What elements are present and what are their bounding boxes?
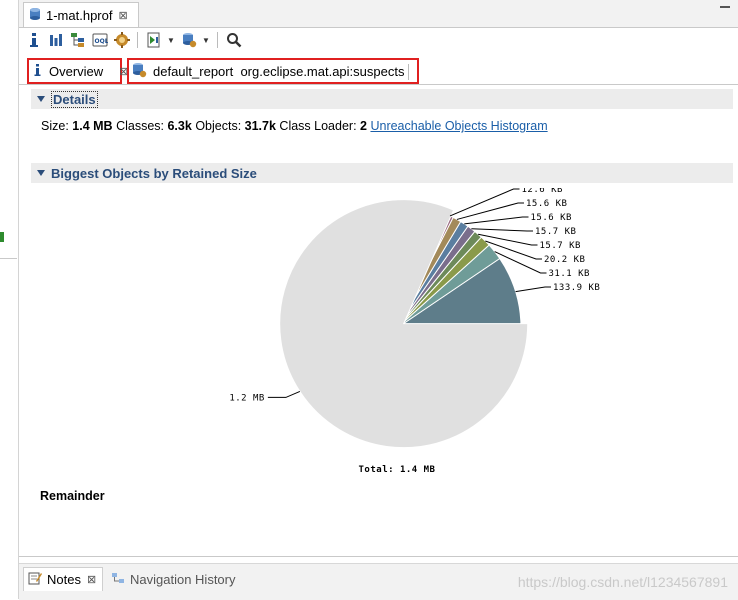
- details-summary: Size: 1.4 MB Classes: 6.3k Objects: 31.7…: [41, 119, 548, 133]
- tab-separator: [408, 64, 409, 80]
- left-panel-marker: [0, 232, 4, 242]
- details-title: Details: [51, 90, 98, 108]
- objects-label: Objects:: [195, 119, 242, 133]
- tab-notes[interactable]: Notes ⊠: [23, 567, 103, 591]
- bottom-divider: [19, 556, 738, 557]
- pie-slice-label: 133.9 KB: [553, 283, 600, 293]
- bottom-panel-tabbar: Notes ⊠ Navigation History https://blog.…: [19, 563, 738, 600]
- pie-slice-label: 31.1 KB: [549, 269, 590, 279]
- tab-overview[interactable]: Overview ⊠: [27, 58, 128, 84]
- pie-label-leader: [515, 286, 551, 293]
- class-loader-label: Class Loader:: [279, 119, 357, 133]
- histogram-icon[interactable]: [47, 32, 64, 49]
- minimize-icon[interactable]: [720, 6, 730, 8]
- notes-icon: [28, 571, 42, 588]
- close-icon[interactable]: ⊠: [87, 573, 96, 586]
- info-icon[interactable]: [25, 32, 42, 49]
- close-icon[interactable]: ⊠: [118, 9, 127, 22]
- search-icon[interactable]: [225, 32, 242, 49]
- objects-value: 31.7k: [244, 119, 276, 133]
- details-section-header[interactable]: Details: [31, 89, 733, 109]
- pie-slice-label: 12.6 KB: [522, 188, 563, 195]
- size-value: 1.4 MB: [72, 119, 113, 133]
- pie-total-label: Total: 1.4 MB: [359, 465, 436, 475]
- toolbar-separator: [217, 32, 218, 48]
- editor-tab-label: 1-mat.hprof: [46, 7, 113, 23]
- pie-label-leader: [464, 216, 529, 225]
- toolbar-separator: [137, 32, 138, 48]
- chevron-down-icon[interactable]: ▼: [167, 36, 175, 45]
- heap-dump-icon: [28, 7, 42, 24]
- tab-navigation-history-label: Navigation History: [130, 571, 236, 587]
- classes-value: 6.3k: [167, 119, 192, 133]
- subtab-bar: Overview ⊠ default_report org.eclipse.ma…: [19, 57, 738, 85]
- left-panel-strip: [0, 0, 19, 599]
- tab-default-report-label: default_report org.eclipse.mat.api:suspe…: [153, 63, 405, 79]
- query-browser-icon[interactable]: [180, 32, 197, 49]
- size-label: Size:: [41, 119, 69, 133]
- pie-slice-label: 15.6 KB: [531, 213, 572, 223]
- info-icon: [33, 63, 43, 80]
- biggest-objects-title: Biggest Objects by Retained Size: [51, 165, 257, 181]
- query-browser-icon: [131, 62, 147, 81]
- left-panel-divider: [0, 258, 17, 259]
- thread-overview-icon[interactable]: [113, 32, 130, 49]
- tab-default-report[interactable]: default_report org.eclipse.mat.api:suspe…: [127, 58, 419, 84]
- editor-tab-hprof[interactable]: 1-mat.hprof ⊠: [23, 2, 139, 27]
- navigation-history-icon: [111, 571, 125, 588]
- editor-tabbar: 1-mat.hprof ⊠: [19, 0, 738, 28]
- pie-label-leader: [471, 228, 533, 232]
- chevron-down-icon[interactable]: [37, 170, 45, 176]
- tab-navigation-history[interactable]: Navigation History: [109, 567, 236, 591]
- pie-slice-label: 15.7 KB: [535, 227, 576, 237]
- classes-label: Classes:: [116, 119, 164, 133]
- pie-label-leader: [456, 202, 524, 220]
- class-loader-value: 2: [360, 119, 367, 133]
- watermark-text: https://blog.csdn.net/l1234567891: [517, 574, 728, 590]
- remainder-label: Remainder: [40, 489, 105, 503]
- pie-label-leader: [267, 390, 301, 398]
- chevron-down-icon[interactable]: [37, 96, 45, 102]
- unreachable-objects-histogram-link[interactable]: Unreachable Objects Histogram: [370, 119, 547, 133]
- pie-slice-label: 15.6 KB: [526, 199, 567, 209]
- dominator-tree-icon[interactable]: [69, 32, 86, 49]
- editor-toolbar: OQL ▼ ▼: [19, 28, 738, 52]
- run-report-icon[interactable]: [145, 32, 162, 49]
- pie-slice-label: 20.2 KB: [544, 255, 585, 265]
- pie-slice-label: 1.2 MB: [229, 393, 265, 403]
- editor-area: 1-mat.hprof ⊠ OQL ▼ ▼ Overview ⊠ default…: [19, 0, 738, 558]
- biggest-objects-pie-chart[interactable]: 1.2 MB 133.9 KB 31.1 KB 20.2 KB 15.7 KB 15.7 …: [31, 188, 733, 478]
- pie-slice-label: 15.7 KB: [540, 241, 581, 251]
- chevron-down-icon[interactable]: ▼: [202, 36, 210, 45]
- tab-notes-label: Notes: [47, 572, 81, 587]
- oql-icon[interactable]: OQL: [91, 32, 108, 49]
- tab-overview-label: Overview: [49, 63, 104, 79]
- biggest-objects-section-header[interactable]: Biggest Objects by Retained Size: [31, 163, 733, 183]
- svg-text:OQL: OQL: [94, 38, 108, 45]
